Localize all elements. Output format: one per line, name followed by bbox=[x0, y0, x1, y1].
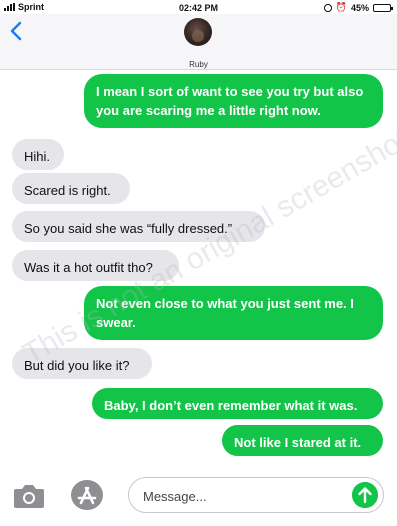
app-store-icon[interactable] bbox=[70, 479, 104, 511]
message-input[interactable] bbox=[143, 486, 343, 506]
status-bar: Sprint 02:42 PM ⏰ 45% bbox=[0, 0, 397, 14]
battery-icon bbox=[373, 3, 393, 12]
message-bubble-incoming[interactable]: So you said she was “fully dressed.” bbox=[12, 211, 265, 242]
message-bubble-outgoing[interactable]: Not like I stared at it. bbox=[222, 425, 383, 456]
composer-bar bbox=[0, 470, 397, 526]
status-right: ⏰ 45% bbox=[323, 2, 393, 13]
contact-avatar[interactable] bbox=[184, 18, 212, 46]
orientation-lock-icon bbox=[323, 3, 332, 12]
message-bubble-outgoing[interactable]: Baby, I don’t even remember what it was. bbox=[92, 388, 383, 419]
message-bubble-incoming[interactable]: Was it a hot outfit tho? bbox=[12, 250, 179, 281]
messages-screen: Sprint 02:42 PM ⏰ 45% Ruby I mean I sort… bbox=[0, 0, 397, 526]
chevron-left-icon[interactable] bbox=[6, 20, 28, 42]
contact-name[interactable]: Ruby bbox=[0, 60, 397, 69]
conversation-header: Ruby bbox=[0, 14, 397, 70]
message-bubble-incoming[interactable]: Scared is right. bbox=[12, 173, 130, 204]
message-input-container[interactable] bbox=[128, 477, 384, 513]
message-bubble-outgoing[interactable]: I mean I sort of want to see you try but… bbox=[84, 74, 383, 128]
send-arrow-icon[interactable] bbox=[352, 482, 378, 508]
message-bubble-incoming[interactable]: Hihi. bbox=[12, 139, 64, 170]
message-bubble-outgoing[interactable]: Not even close to what you just sent me.… bbox=[84, 286, 383, 340]
camera-icon[interactable] bbox=[12, 480, 46, 510]
alarm-icon: ⏰ bbox=[335, 2, 347, 12]
battery-percent: 45% bbox=[350, 2, 369, 13]
message-bubble-incoming[interactable]: But did you like it? bbox=[12, 348, 152, 379]
